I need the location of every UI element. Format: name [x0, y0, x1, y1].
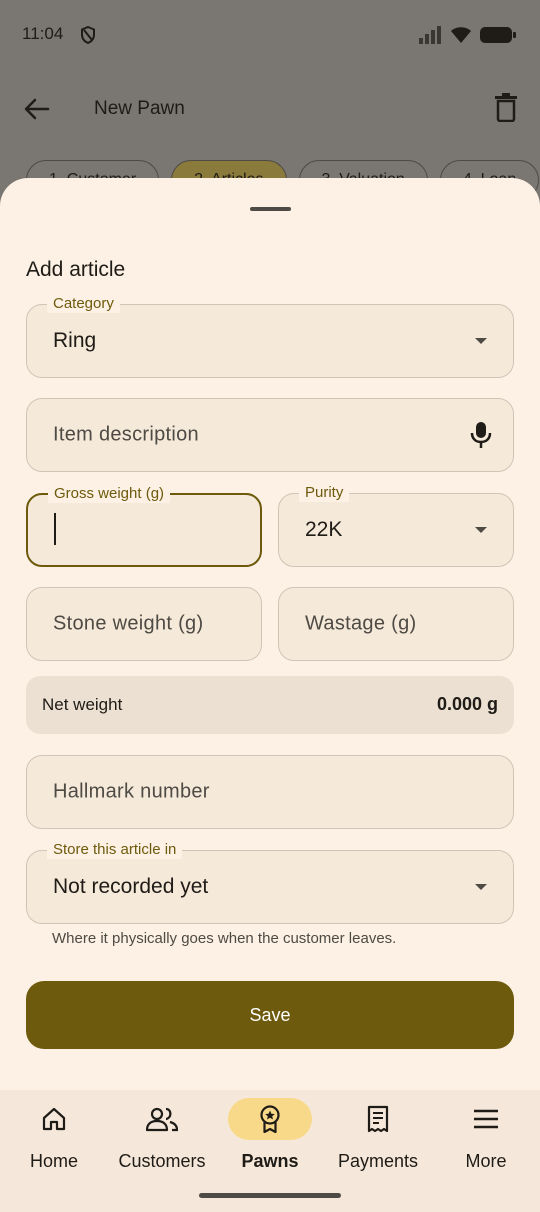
nav-label-customers: Customers: [118, 1151, 206, 1171]
save-button[interactable]: Save: [26, 981, 514, 1049]
net-weight-value: 0.000 g: [436, 694, 498, 714]
wifi-icon: [451, 27, 471, 43]
status-icons: [418, 26, 516, 44]
purity-select[interactable]: Purity 22K: [278, 484, 514, 567]
storage-label: Store this article in: [47, 841, 183, 859]
drag-handle[interactable]: [250, 207, 291, 211]
home-icon: [42, 1107, 66, 1131]
app-bar: New Pawn: [0, 80, 540, 136]
storage-location-select[interactable]: Store this article in Not recorded yet: [26, 841, 514, 924]
back-arrow-icon[interactable]: [22, 94, 52, 124]
hallmark-placeholder: Hallmark number: [53, 780, 210, 803]
nav-item-payments[interactable]: Payments: [324, 1098, 432, 1178]
receipt-icon: [367, 1105, 389, 1133]
nav-label-pawns: Pawns: [241, 1151, 299, 1171]
category-value: Ring: [53, 329, 97, 352]
hallmark-number-input[interactable]: Hallmark number: [26, 755, 514, 829]
nav-item-customers[interactable]: Customers: [108, 1098, 216, 1178]
nav-label-more: More: [465, 1151, 507, 1171]
status-bar: 11:04: [0, 0, 540, 70]
net-weight-row: Net weight 0.000 g: [26, 676, 514, 734]
storage-helper-text: Where it physically goes when the custom…: [52, 930, 397, 947]
net-weight-label: Net weight: [42, 695, 123, 714]
item-description-placeholder: Item description: [53, 423, 199, 446]
delete-icon[interactable]: [492, 92, 520, 122]
battery-icon: [480, 27, 516, 43]
storage-value: Not recorded yet: [53, 875, 209, 898]
customers-icon: [146, 1107, 178, 1132]
dropdown-arrow-icon: [475, 527, 487, 533]
status-time: 11:04: [22, 24, 64, 43]
gross-weight-label: Gross weight (g): [48, 485, 171, 503]
purity-label: Purity: [299, 484, 350, 502]
nav-label-home: Home: [29, 1151, 78, 1171]
purity-value: 22K: [305, 518, 343, 541]
wastage-input[interactable]: Wastage (g): [278, 587, 514, 661]
add-article-sheet: Add article Category Ring Item descripti…: [0, 178, 540, 1090]
nav-item-home[interactable]: Home: [0, 1098, 108, 1178]
microphone-icon[interactable]: [469, 421, 493, 449]
signal-icon: [419, 26, 441, 44]
stone-weight-placeholder: Stone weight (g): [53, 612, 204, 635]
item-description-input[interactable]: Item description: [26, 398, 514, 472]
nav-label-payments: Payments: [337, 1151, 419, 1171]
page-title: New Pawn: [94, 98, 185, 119]
dropdown-arrow-icon: [475, 338, 487, 344]
shield-icon: [81, 26, 95, 44]
gross-weight-input[interactable]: Gross weight (g): [26, 485, 262, 567]
sheet-title: Add article: [26, 258, 126, 281]
text-caret: [54, 513, 56, 545]
gesture-bar: [199, 1193, 341, 1198]
category-label: Category: [47, 295, 120, 313]
wastage-placeholder: Wastage (g): [305, 612, 417, 635]
stone-weight-input[interactable]: Stone weight (g): [26, 587, 262, 661]
nav-item-more[interactable]: More: [432, 1098, 540, 1178]
nav-item-pawns[interactable]: Pawns: [216, 1098, 324, 1178]
category-select[interactable]: Category Ring: [26, 295, 514, 378]
menu-icon: [474, 1109, 498, 1129]
dropdown-arrow-icon: [475, 884, 487, 890]
pawn-badge-icon: [260, 1105, 280, 1133]
